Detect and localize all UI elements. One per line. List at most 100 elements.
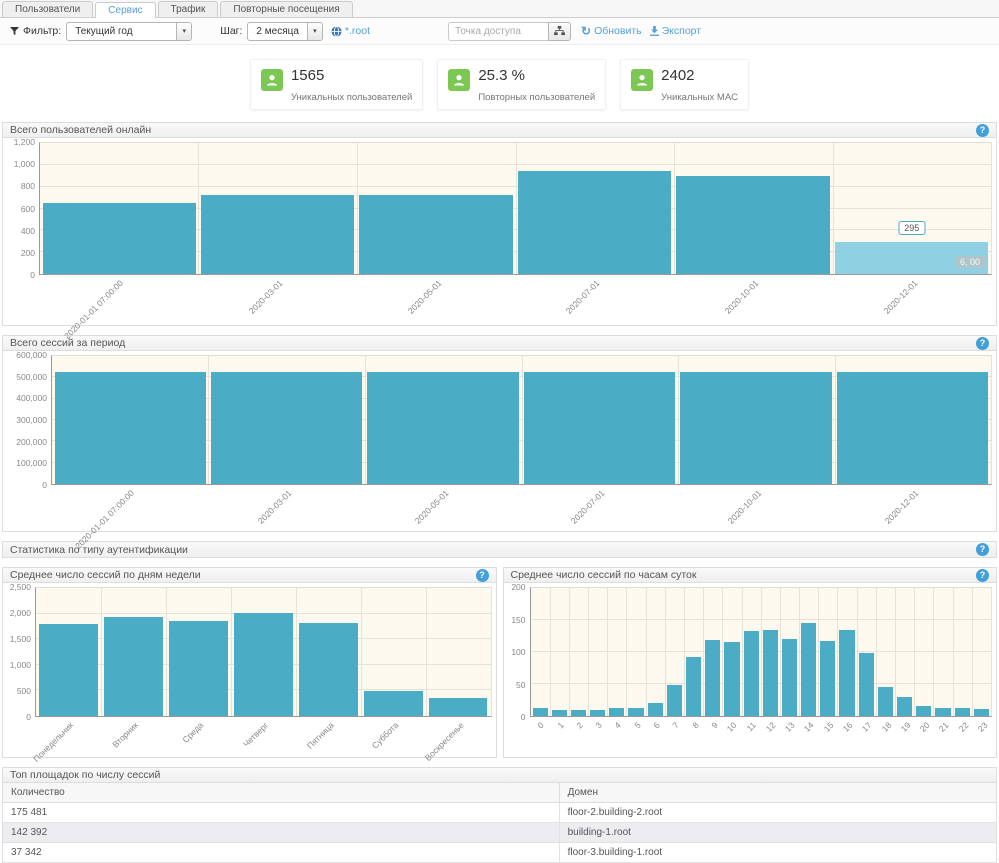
tab-service[interactable]: Сервис	[95, 2, 155, 18]
bar-15[interactable]	[820, 641, 835, 716]
bar-2020-03-01[interactable]	[201, 195, 354, 274]
gridline	[588, 588, 589, 716]
bar-2020-07-01[interactable]	[518, 171, 671, 274]
tab-repeat-visits[interactable]: Повторные посещения	[220, 1, 352, 17]
panel-header-sessions-hour[interactable]: Среднее число сессий по часам суток ?	[504, 568, 997, 583]
y-tick-label: 200	[21, 248, 35, 258]
bar-2020-01-01 07:00:00[interactable]	[43, 203, 196, 275]
table-row: 37 342floor-3.building-1.root	[3, 843, 996, 863]
bar-5[interactable]	[628, 708, 643, 716]
globe-icon	[331, 26, 342, 37]
bar-2020-05-01[interactable]	[367, 372, 518, 484]
help-icon[interactable]: ?	[976, 124, 989, 137]
x-tick-label: 1	[555, 720, 565, 730]
panel-header-auth-stats[interactable]: Статистика по типу аутентификации ?	[3, 542, 996, 557]
bar-Суббота[interactable]	[364, 691, 423, 716]
stats-row: 1565 Уникальных пользователей 25.3 % Пов…	[0, 59, 999, 110]
x-tick-label: 2020-10-01	[723, 278, 761, 316]
bar-21[interactable]	[935, 708, 950, 716]
bar-2020-10-01[interactable]	[680, 372, 831, 484]
bar-6[interactable]	[648, 703, 663, 716]
y-axis: 050100150200	[508, 587, 530, 717]
bar-10[interactable]	[724, 642, 739, 716]
table-cell: building-1.root	[559, 823, 996, 843]
bar-Вторник[interactable]	[104, 617, 163, 716]
bar-Четверг[interactable]	[234, 613, 293, 716]
panel-header-sessions-period[interactable]: Всего сессий за период ?	[3, 336, 996, 351]
table-cell: floor-3.building-1.root	[559, 843, 996, 863]
bar-Воскресенье[interactable]	[429, 698, 488, 716]
x-tick-label: 17	[860, 720, 874, 734]
gridline	[837, 588, 838, 716]
help-icon[interactable]: ?	[976, 569, 989, 582]
panel-sessions-period: Всего сессий за период ? 0100,000200,000…	[2, 335, 997, 532]
x-tick-label: 2020-03-01	[256, 488, 294, 526]
bar-2[interactable]	[571, 710, 586, 716]
tab-traffic[interactable]: Трафик	[158, 1, 219, 17]
funnel-icon	[10, 27, 19, 36]
column-header: Количество	[3, 783, 559, 803]
root-domain-link[interactable]: *.root	[331, 25, 370, 37]
panel-header-top-sites[interactable]: Топ площадок по числу сессий	[3, 768, 996, 783]
bar-2020-05-01[interactable]	[359, 195, 512, 274]
sitemap-icon	[554, 26, 565, 36]
bar-2020-01-01 07:00:00[interactable]	[55, 372, 206, 484]
export-button[interactable]: Экспорт	[650, 25, 701, 37]
bar-20[interactable]	[916, 706, 931, 716]
hover-value-badge: 6, 00	[955, 256, 985, 268]
x-axis-labels: 01234567891011121314151617181920212223	[530, 717, 993, 743]
gridline	[166, 588, 167, 716]
bar-4[interactable]	[609, 708, 624, 716]
sessions-hour-chart: 050100150200 012345678910111213141516171…	[508, 587, 993, 743]
bar-12[interactable]	[763, 630, 778, 716]
hierarchy-picker-button[interactable]	[548, 22, 571, 41]
x-tick-label: 2020-07-01	[569, 488, 607, 526]
x-tick-label: 2020-03-01	[247, 278, 285, 316]
bar-23[interactable]	[974, 709, 989, 716]
bar-Пятница[interactable]	[299, 623, 358, 716]
bar-Понедельник[interactable]	[39, 624, 98, 716]
bar-13[interactable]	[782, 639, 797, 716]
panel-header-sessions-weekday[interactable]: Среднее число сессий по дням недели ?	[3, 568, 496, 583]
x-tick-label: 2020-10-01	[726, 488, 764, 526]
y-tick-label: 400	[21, 226, 35, 236]
bar-14[interactable]	[801, 623, 816, 716]
bar-3[interactable]	[590, 710, 605, 716]
tab-users[interactable]: Пользователи	[2, 1, 93, 17]
bar-17[interactable]	[859, 653, 874, 716]
x-tick-label: 5	[632, 720, 642, 730]
help-icon[interactable]: ?	[976, 543, 989, 556]
bar-0[interactable]	[533, 708, 548, 716]
step-select[interactable]: 2 месяца ▾	[247, 22, 322, 41]
x-tick-label: Среда	[180, 720, 205, 745]
chevron-down-icon[interactable]: ▾	[307, 23, 322, 40]
bar-2020-10-01[interactable]	[676, 176, 829, 274]
gridline	[101, 588, 102, 716]
help-icon[interactable]: ?	[476, 569, 489, 582]
bar-18[interactable]	[878, 687, 893, 716]
gridline	[626, 588, 627, 716]
y-tick-label: 500,000	[16, 372, 47, 382]
bar-8[interactable]	[686, 657, 701, 716]
bar-2020-07-01[interactable]	[524, 372, 675, 484]
y-tick-label: 500	[17, 686, 31, 696]
bar-7[interactable]	[667, 685, 682, 716]
bar-Среда[interactable]	[169, 621, 228, 716]
chevron-down-icon[interactable]: ▾	[176, 23, 191, 40]
bar-2020-03-01[interactable]	[211, 372, 362, 484]
x-tick-label: 12	[764, 720, 778, 734]
bar-22[interactable]	[955, 708, 970, 716]
sessions-weekday-chart: 05001,0001,5002,0002,500 ПонедельникВтор…	[7, 587, 492, 757]
panel-header-users-online[interactable]: Всего пользователей онлайн ?	[3, 123, 996, 138]
bar-16[interactable]	[839, 630, 854, 716]
refresh-button[interactable]: ↻ Обновить	[581, 25, 642, 37]
bar-11[interactable]	[744, 631, 759, 716]
x-tick-label: 2020-05-01	[412, 488, 450, 526]
bar-9[interactable]	[705, 640, 720, 716]
bar-2020-12-01[interactable]	[837, 372, 988, 484]
bar-1[interactable]	[552, 710, 567, 716]
access-point-input[interactable]	[448, 22, 548, 41]
filter-select[interactable]: Текущий год ▾	[66, 22, 192, 41]
bar-19[interactable]	[897, 697, 912, 716]
help-icon[interactable]: ?	[976, 337, 989, 350]
